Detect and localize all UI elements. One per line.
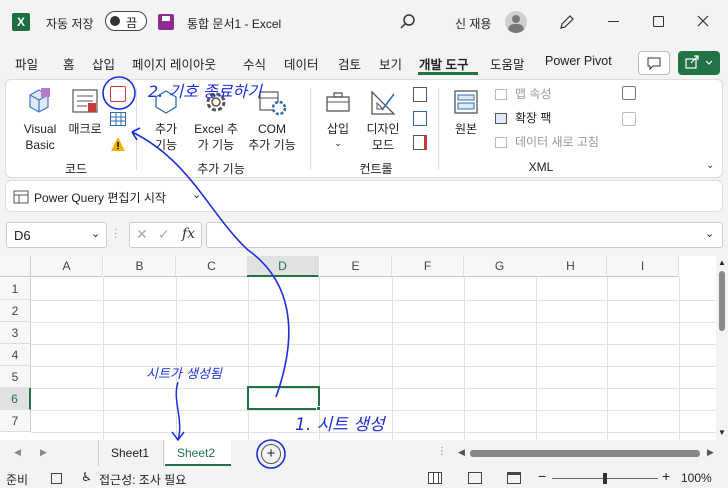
annotation-layer: 2. 기호 종료하기 1. 시트 생성 시트가 생성됨 (102, 76, 387, 469)
annotation-arrow-down (171, 381, 185, 442)
annotation-step2: 2. 기호 종료하기 (148, 82, 263, 101)
annotation-circle-add-sheet (256, 439, 286, 469)
annotation-step1: 1. 시트 생성 (295, 415, 387, 435)
annotation-note: 시트가 생성됨 (146, 367, 223, 382)
annotation-circle-record-macro (102, 76, 136, 110)
annotation-arrow-curve (131, 131, 290, 398)
